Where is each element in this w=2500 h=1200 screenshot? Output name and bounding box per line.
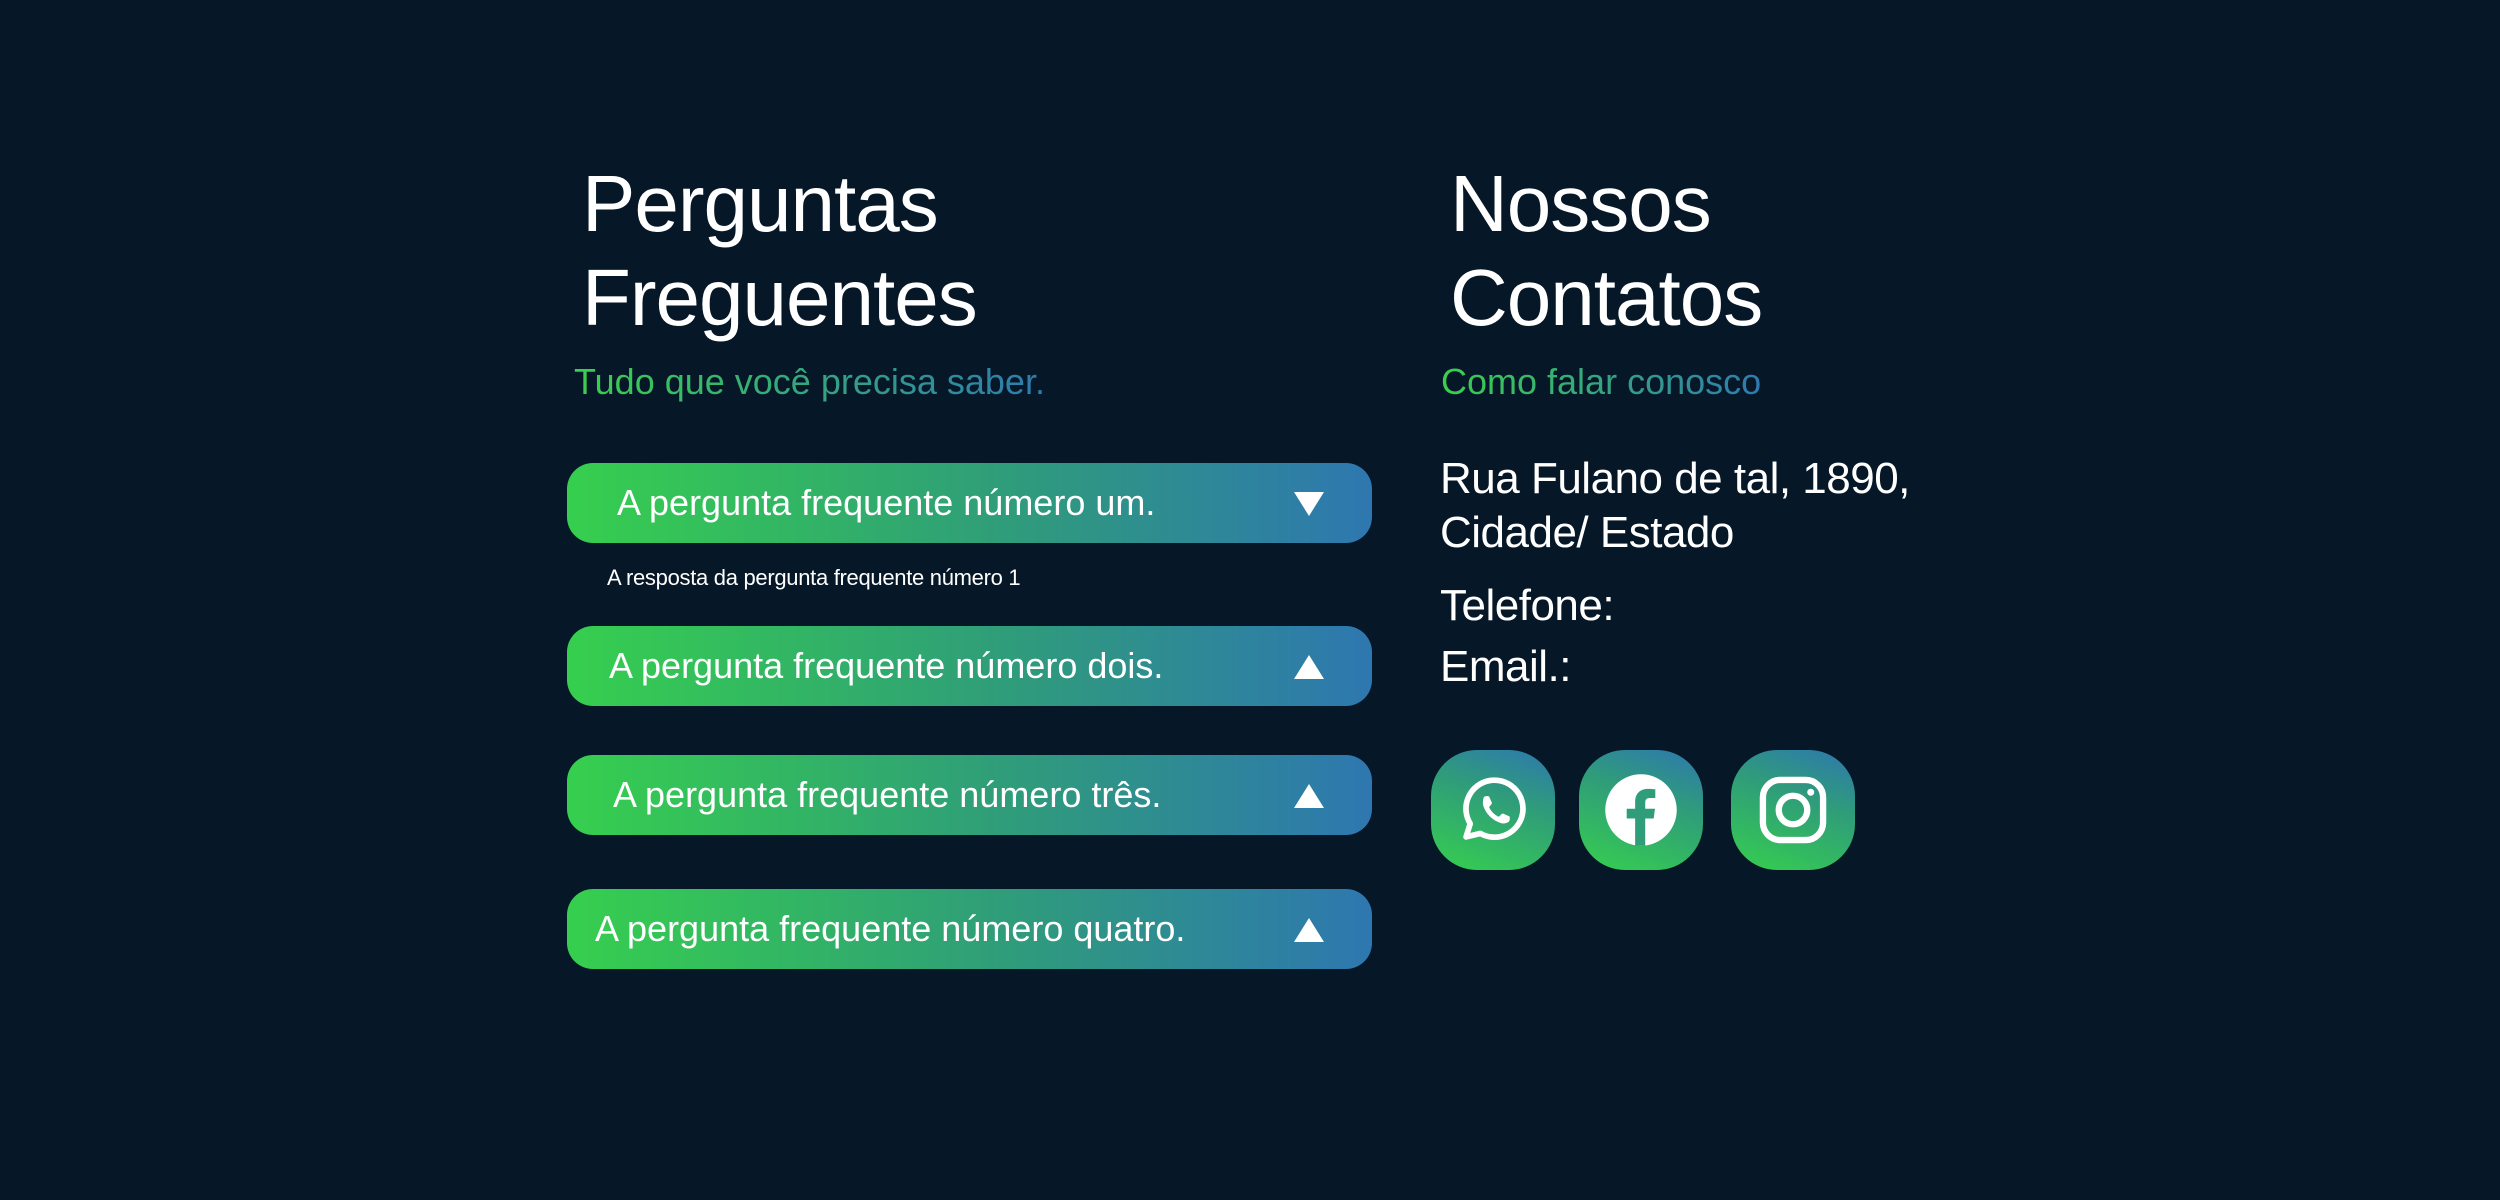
instagram-icon — [1759, 776, 1827, 844]
faq-question-1[interactable]: A pergunta frequente número um. — [567, 463, 1372, 543]
contact-title-line2: Contatos — [1450, 253, 1763, 342]
instagram-button[interactable] — [1731, 750, 1855, 870]
chevron-down-icon[interactable] — [1294, 492, 1324, 516]
chevron-up-icon[interactable] — [1294, 784, 1324, 808]
facebook-icon — [1605, 774, 1677, 846]
whatsapp-button[interactable] — [1431, 750, 1555, 870]
facebook-button[interactable] — [1579, 750, 1703, 870]
faq-question-4[interactable]: A pergunta frequente número quatro. — [567, 889, 1372, 969]
faq-question-2-text: A pergunta frequente número dois. — [609, 645, 1164, 686]
faq-answer-1: A resposta da pergunta frequente número … — [607, 565, 1021, 590]
contact-phone-label: Telefone: — [1440, 581, 1615, 630]
contact-title-line1: Nossos — [1450, 159, 1712, 248]
contact-title: Nossos Contatos — [1450, 157, 1763, 345]
contact-email-label: Email.: — [1440, 642, 1571, 691]
faq-question-2[interactable]: A pergunta frequente número dois. — [567, 626, 1372, 706]
faq-title-line1: Perguntas — [582, 159, 939, 248]
faq-question-1-text: A pergunta frequente número um. — [617, 482, 1156, 523]
whatsapp-icon — [1463, 777, 1526, 840]
faq-subtitle: Tudo que você precisa saber. — [574, 361, 1045, 402]
faq-title: Perguntas Freguentes — [582, 157, 978, 345]
address-line1: Rua Fulano de tal, 1890, — [1440, 454, 1910, 503]
page: Perguntas Freguentes Tudo que você preci… — [0, 0, 2500, 1200]
faq-question-4-text: A pergunta frequente número quatro. — [595, 908, 1186, 949]
faq-title-line2: Freguentes — [582, 253, 978, 342]
contact-address: Rua Fulano de tal, 1890, Cidade/ Estado — [1440, 452, 1910, 560]
chevron-up-icon[interactable] — [1294, 918, 1324, 942]
address-line2: Cidade/ Estado — [1440, 508, 1734, 557]
chevron-up-icon[interactable] — [1294, 655, 1324, 679]
contact-subtitle: Como falar conosco — [1441, 361, 1762, 402]
faq-question-3-text: A pergunta frequente número três. — [613, 774, 1162, 815]
faq-question-3[interactable]: A pergunta frequente número três. — [567, 755, 1372, 835]
